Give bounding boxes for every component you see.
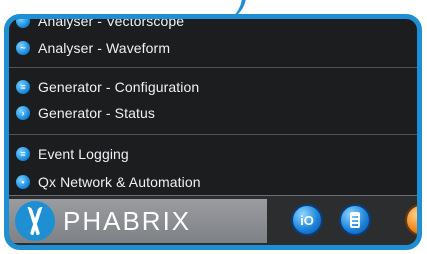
menu-item-generator-status[interactable]: › Generator - Status xyxy=(9,101,417,125)
orange-toolbar-button[interactable] xyxy=(405,204,417,236)
menu-item-analyser-waveform[interactable]: ~ Analyser - Waveform xyxy=(9,36,417,60)
generator-configuration-icon: ≡ xyxy=(16,80,30,94)
menu-item-qx-network-automation[interactable]: • Qx Network & Automation xyxy=(9,170,417,194)
io-button[interactable]: iO xyxy=(291,204,323,236)
menu-divider xyxy=(9,67,417,68)
phabrix-home-button[interactable]: PHABRIX xyxy=(9,199,267,243)
menu-item-event-logging[interactable]: ≡ Event Logging xyxy=(9,142,417,166)
menu-item-label: Analyser - Waveform xyxy=(38,40,171,56)
bottom-toolbar: PHABRIX iO xyxy=(9,195,417,245)
menu-item-generator-configuration[interactable]: ≡ Generator - Configuration xyxy=(9,75,417,99)
vectorscope-icon xyxy=(16,19,30,28)
network-automation-icon: • xyxy=(16,175,30,189)
menu-item-label: Analyser - Vectorscope xyxy=(38,14,185,29)
menu-item-label: Event Logging xyxy=(38,146,129,162)
waveform-icon: ~ xyxy=(16,41,30,55)
menu-item-label: Generator - Status xyxy=(38,105,155,121)
phabrix-logo-icon xyxy=(15,201,55,241)
main-menu: Analyser - Vectorscope ~ Analyser - Wave… xyxy=(9,19,417,195)
generator-status-icon: › xyxy=(16,106,30,120)
menu-item-label: Generator - Configuration xyxy=(38,79,200,95)
device-screen: Analyser - Vectorscope ~ Analyser - Wave… xyxy=(4,14,422,250)
io-icon: iO xyxy=(300,212,314,228)
menu-item-analyser-vectorscope[interactable]: Analyser - Vectorscope xyxy=(9,14,417,33)
menu-divider xyxy=(9,134,417,135)
panel-icon xyxy=(350,212,360,228)
panel-button[interactable] xyxy=(339,204,371,236)
menu-item-label: Qx Network & Automation xyxy=(38,174,201,190)
brand-name: PHABRIX xyxy=(63,205,192,236)
event-logging-icon: ≡ xyxy=(16,147,30,161)
